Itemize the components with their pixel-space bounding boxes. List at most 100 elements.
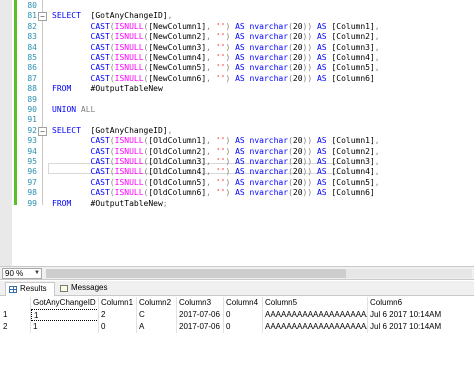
code-token: 20 xyxy=(292,63,303,73)
code-line[interactable]: 88 FROM #OutputTableNew xyxy=(0,84,474,94)
code-token: AS xyxy=(316,188,332,198)
code-token: [Column2] xyxy=(331,146,375,156)
column-header[interactable]: Column4 xyxy=(224,297,263,309)
chevron-down-icon[interactable]: ▼ xyxy=(34,269,40,278)
line-number: 87 xyxy=(27,73,37,83)
sql-editor[interactable]: − − 80 81 SELECT [GotAnyChangeID], 82 CAST(… xyxy=(0,0,474,266)
table-cell[interactable]: 1 xyxy=(31,321,99,333)
code-line[interactable]: 89 xyxy=(0,95,474,105)
code-line[interactable]: 91 xyxy=(0,115,474,125)
code-token: 20 xyxy=(292,188,303,198)
code-token: , xyxy=(206,177,216,187)
column-header[interactable]: Column5 xyxy=(263,297,368,309)
tab-results[interactable]: Results xyxy=(5,282,55,296)
code-line[interactable]: 80 xyxy=(0,1,474,11)
code-line[interactable]: 85 CAST(ISNULL([NewColumn4], '') AS nvar… xyxy=(0,53,474,63)
code-token: AS xyxy=(316,146,332,156)
code-line[interactable]: 97 CAST(ISNULL([OldColumn5], '') AS nvar… xyxy=(0,178,474,188)
row-header[interactable]: 2 xyxy=(0,321,12,333)
code-token: [Column4] xyxy=(331,167,375,177)
code-token: ) xyxy=(225,157,236,166)
results-grid[interactable]: GotAnyChangeID Column1 Column2 Column3 Colum… xyxy=(0,297,474,365)
table-cell[interactable]: 1 xyxy=(31,309,99,321)
code-token: )) xyxy=(302,146,317,156)
horizontal-scrollbar[interactable] xyxy=(46,269,472,278)
line-number: 88 xyxy=(27,84,37,94)
code-text: CAST(ISNULL([OldColumn4], '') AS nvarcha… xyxy=(52,167,380,177)
code-token: , xyxy=(206,146,216,156)
code-token: , xyxy=(374,177,380,187)
column-header[interactable]: GotAnyChangeID xyxy=(31,297,99,309)
table-cell[interactable]: 0 xyxy=(224,321,263,333)
line-number: 82 xyxy=(27,21,37,31)
code-line[interactable]: 99 FROM #OutputTableNew; xyxy=(0,199,474,209)
code-line[interactable]: 96 CAST(ISNULL([OldColumn4], '') AS nvar… xyxy=(0,167,474,177)
code-line[interactable]: 94 CAST(ISNULL([OldColumn2], '') AS nvar… xyxy=(0,147,474,157)
code-token: [OldColumn1] xyxy=(148,136,207,146)
table-cell[interactable]: C xyxy=(137,309,177,321)
table-cell[interactable]: A xyxy=(137,321,177,333)
code-token: [Column2] xyxy=(331,32,375,42)
code-text: CAST(ISNULL([NewColumn4], '') AS nvarcha… xyxy=(52,53,380,63)
code-token: FROM xyxy=(52,84,91,94)
table-cell[interactable]: 2 xyxy=(99,309,137,321)
code-line[interactable]: 87 CAST(ISNULL([NewColumn6], '') AS nvar… xyxy=(0,74,474,84)
code-text: FROM #OutputTableNew; xyxy=(52,199,168,209)
editor-status-strip: 90 % ▼ xyxy=(0,266,474,280)
code-line[interactable]: 93 CAST(ISNULL([OldColumn1], '') AS nvar… xyxy=(0,136,474,146)
code-text: CAST(ISNULL([NewColumn1], '') AS nvarcha… xyxy=(52,22,380,32)
code-token: AS nvarchar xyxy=(235,63,289,73)
row-header[interactable]: 1 xyxy=(0,309,12,321)
code-line[interactable]: 95 CAST(ISNULL([OldColumn3], '') AS nvar… xyxy=(0,157,474,167)
code-line[interactable]: 81 SELECT [GotAnyChangeID], xyxy=(0,11,474,21)
table-cell[interactable]: Jul 6 2017 10:14AM xyxy=(368,309,472,321)
table-cell[interactable]: AAAAAAAAAAAAAAAAAAAA xyxy=(263,321,368,333)
code-line[interactable]: 84 CAST(ISNULL([NewColumn3], '') AS nvar… xyxy=(0,43,474,53)
grid-divider xyxy=(262,297,263,333)
code-token: )) xyxy=(302,157,317,166)
table-cell[interactable]: 0 xyxy=(99,321,137,333)
code-text: CAST(ISNULL([OldColumn1], '') AS nvarcha… xyxy=(52,136,380,146)
column-header[interactable]: Column3 xyxy=(177,297,224,309)
code-line[interactable]: 90 UNION ALL xyxy=(0,105,474,115)
code-line[interactable]: 83 CAST(ISNULL([NewColumn2], '') AS nvar… xyxy=(0,32,474,42)
code-line[interactable]: 98 CAST(ISNULL([OldColumn6], '') AS nvar… xyxy=(0,188,474,198)
code-line[interactable]: 92 SELECT [GotAnyChangeID], xyxy=(0,126,474,136)
code-token: [Column5] xyxy=(331,63,375,73)
line-number: 90 xyxy=(27,105,37,114)
code-token: 20 xyxy=(292,167,303,177)
code-line[interactable]: 82 CAST(ISNULL([NewColumn1], '') AS nvar… xyxy=(0,22,474,32)
code-token: ISNULL xyxy=(114,188,144,198)
table-cell[interactable]: 2017-07-06 xyxy=(177,309,224,321)
column-header[interactable]: Column1 xyxy=(99,297,137,309)
grid-corner[interactable] xyxy=(0,297,12,309)
grid-divider xyxy=(223,297,224,333)
code-token: CAST xyxy=(90,32,110,42)
table-cell[interactable]: 0 xyxy=(224,309,263,321)
code-token: AS nvarchar xyxy=(235,136,289,146)
code-token: [NewColumn3] xyxy=(148,42,207,52)
code-token: , xyxy=(206,21,216,31)
table-cell[interactable]: 2017-07-06 xyxy=(177,321,224,333)
code-token: 20 xyxy=(292,146,303,156)
tab-messages[interactable]: Messages xyxy=(57,282,113,296)
scrollbar-thumb[interactable] xyxy=(46,269,346,278)
code-token: '' xyxy=(215,177,226,187)
code-line[interactable]: 86 CAST(ISNULL([NewColumn5], '') AS nvar… xyxy=(0,63,474,73)
zoom-dropdown[interactable]: 90 % ▼ xyxy=(2,268,42,279)
table-cell[interactable]: Jul 6 2017 10:14AM xyxy=(368,321,472,333)
table-cell[interactable]: AAAAAAAAAAAAAAAAAAAA xyxy=(263,309,368,321)
column-header[interactable]: Column2 xyxy=(137,297,177,309)
code-token: , xyxy=(206,167,216,177)
code-token: [Column5] xyxy=(331,177,375,187)
code-token: ) xyxy=(225,136,236,146)
code-token: [GotAnyChangeID] xyxy=(90,125,168,135)
column-header[interactable]: Column6 xyxy=(368,297,472,309)
code-token: )) xyxy=(302,177,317,187)
code-token: , xyxy=(206,53,216,62)
code-text: UNION ALL xyxy=(52,105,95,115)
